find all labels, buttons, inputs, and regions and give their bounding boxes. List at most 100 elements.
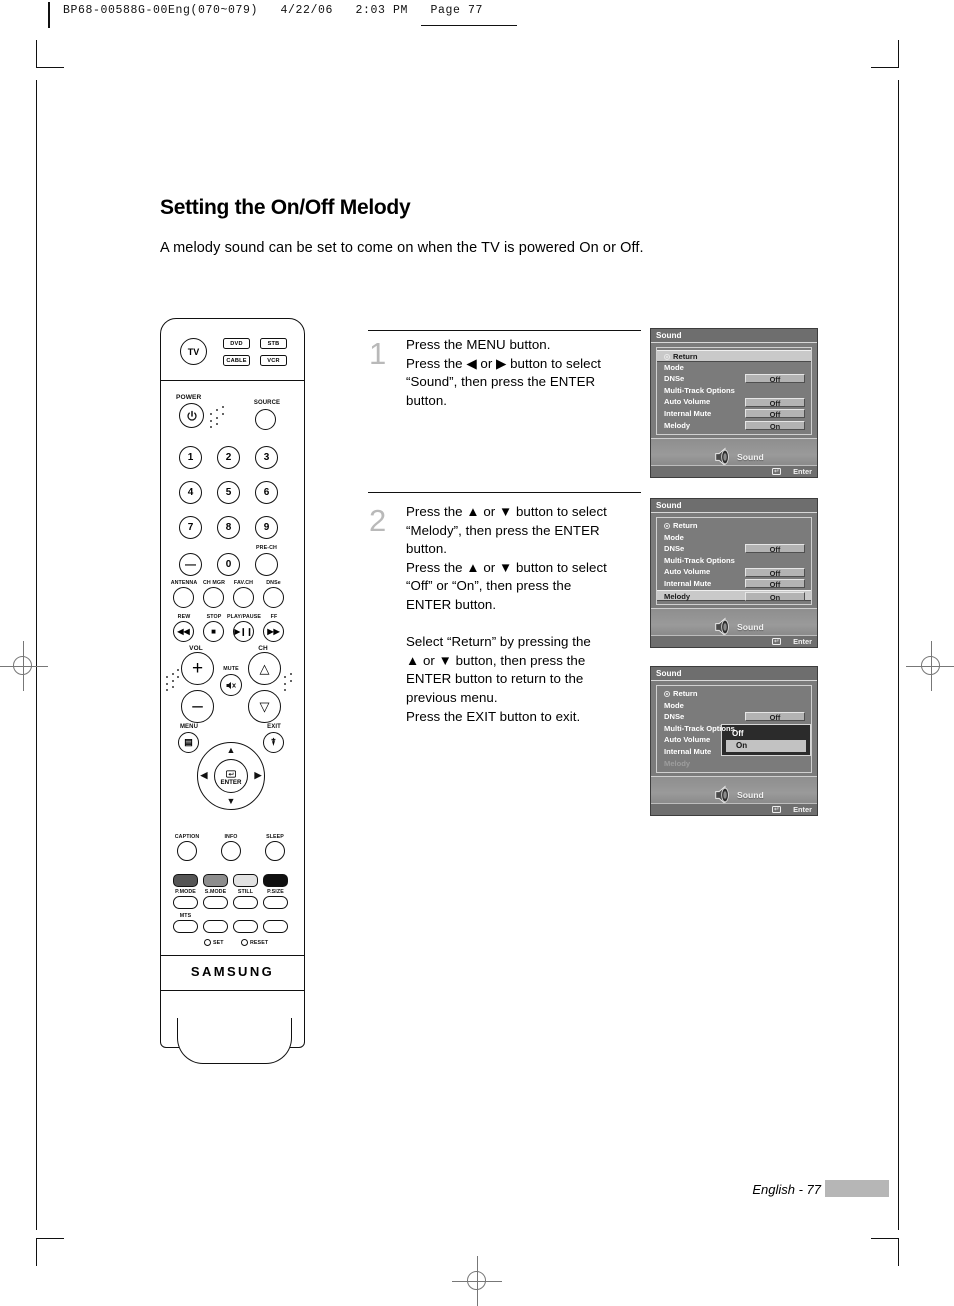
osd-row-return[interactable]: Return: [657, 350, 811, 362]
ff-button[interactable]: ▶▶: [263, 621, 284, 642]
exit-button[interactable]: ⍒: [263, 732, 284, 753]
mute-button[interactable]: [220, 674, 242, 696]
osd-row-multi-track-options[interactable]: Multi-Track Options: [657, 385, 811, 397]
channel-up-button[interactable]: △: [248, 652, 281, 685]
p-mode-label: P.MODE: [175, 889, 196, 895]
osd-row-return[interactable]: Return: [657, 688, 811, 700]
nav-down-icon[interactable]: ▼: [219, 796, 243, 806]
osd-row-melody[interactable]: Melody On: [657, 420, 811, 432]
nav-left-icon[interactable]: ◀: [197, 770, 211, 781]
digit-0-button[interactable]: 0: [217, 553, 240, 576]
menu-button[interactable]: ▤: [178, 732, 199, 753]
stop-button[interactable]: ■: [203, 621, 224, 642]
digit-7-button[interactable]: 7: [179, 516, 202, 539]
fav-ch-button[interactable]: [233, 587, 254, 608]
nav-up-icon[interactable]: ▲: [219, 745, 243, 755]
osd-row-dnse[interactable]: DNSe Off: [657, 711, 811, 723]
ir-dot: [172, 686, 174, 688]
s-mode-button[interactable]: [203, 896, 228, 909]
antenna-button[interactable]: [173, 587, 194, 608]
p-mode-button[interactable]: [173, 896, 198, 909]
ir-dot: [284, 683, 286, 685]
still-color-button[interactable]: [233, 874, 258, 887]
s-mode-color-button[interactable]: [203, 874, 228, 887]
nav-right-icon[interactable]: ▶: [251, 770, 265, 781]
enter-button[interactable]: ENTER: [214, 759, 248, 793]
play-pause-button[interactable]: ▶❙❙: [233, 621, 254, 642]
osd-row-value[interactable]: On: [745, 591, 805, 602]
digit-3-label: 3: [263, 452, 270, 463]
tv-button[interactable]: TV: [180, 338, 207, 365]
vcr-button[interactable]: VCR: [260, 355, 287, 366]
volume-down-button[interactable]: –: [181, 690, 214, 723]
ir-dot: [222, 406, 224, 408]
p-size-color-button[interactable]: [263, 874, 288, 887]
remote-section-divider-logo: [160, 990, 305, 991]
caption-button[interactable]: [177, 841, 197, 861]
digit-3-button[interactable]: 3: [255, 446, 278, 469]
osd-row-internal-mute[interactable]: Internal Mute Off: [657, 408, 811, 420]
osd-row-mode[interactable]: Mode: [657, 532, 811, 544]
pre-ch-button[interactable]: [255, 553, 278, 576]
osd-row-auto-volume[interactable]: Auto Volume Off: [657, 566, 811, 578]
source-label: SOURCE: [253, 400, 281, 406]
digit-5-button[interactable]: 5: [217, 481, 240, 504]
p-size-button[interactable]: [263, 896, 288, 909]
dnse-label: DNSe: [266, 580, 281, 586]
dnse-button[interactable]: [263, 587, 284, 608]
step-separator-top: [368, 330, 641, 331]
crop-mark-bl-v: [36, 1238, 37, 1266]
sleep-button[interactable]: [265, 841, 285, 861]
channel-down-button[interactable]: ▽: [248, 690, 281, 723]
cable-button[interactable]: CABLE: [223, 355, 250, 366]
rew-button[interactable]: ◀◀: [173, 621, 194, 642]
osd-row-auto-volume[interactable]: Auto Volume Off: [657, 396, 811, 408]
dvd-button-label: DVD: [230, 340, 243, 347]
unlabeled-button-2[interactable]: [203, 920, 228, 933]
stb-button[interactable]: STB: [260, 338, 287, 349]
osd-row-dnse[interactable]: DNSe Off: [657, 543, 811, 555]
mts-button[interactable]: [173, 920, 198, 933]
dropdown-option-off[interactable]: Off: [722, 728, 810, 740]
digit-8-label: 8: [225, 522, 232, 533]
enter-key-icon: [772, 805, 781, 814]
unlabeled-button-3[interactable]: [233, 920, 258, 933]
digit-2-label: 2: [225, 452, 232, 463]
osd-row-dnse[interactable]: DNSe Off: [657, 373, 811, 385]
osd-row-value[interactable]: Off: [745, 712, 805, 722]
osd-row-return[interactable]: Return: [657, 520, 811, 532]
osd-row-internal-mute[interactable]: Internal Mute Off: [657, 578, 811, 590]
digit-4-button[interactable]: 4: [179, 481, 202, 504]
osd-row-melody[interactable]: Melody: [657, 758, 811, 770]
osd-row-mode[interactable]: Mode: [657, 362, 811, 374]
osd-row-value[interactable]: Off: [745, 374, 805, 384]
osd-row-melody[interactable]: Melody On: [657, 589, 811, 602]
osd-row-multi-track-options[interactable]: Multi-Track Options: [657, 555, 811, 567]
digit-6-button[interactable]: 6: [255, 481, 278, 504]
source-button[interactable]: [255, 409, 276, 430]
set-button[interactable]: [204, 939, 211, 946]
volume-up-button[interactable]: +: [181, 652, 214, 685]
osd-row-mode[interactable]: Mode: [657, 700, 811, 712]
info-button[interactable]: [221, 841, 241, 861]
osd-row-value[interactable]: Off: [745, 397, 805, 408]
dash-button[interactable]: —: [179, 553, 202, 576]
digit-2-button[interactable]: 2: [217, 446, 240, 469]
p-mode-color-button[interactable]: [173, 874, 198, 887]
osd-row-value[interactable]: On: [745, 420, 805, 431]
digit-8-button[interactable]: 8: [217, 516, 240, 539]
ch-mgr-button[interactable]: [203, 587, 224, 608]
still-button[interactable]: [233, 896, 258, 909]
reset-button[interactable]: [241, 939, 248, 946]
digit-9-button[interactable]: 9: [255, 516, 278, 539]
dvd-button[interactable]: DVD: [223, 338, 250, 349]
osd-row-value[interactable]: Off: [745, 544, 805, 554]
dropdown-option-on[interactable]: On: [726, 740, 806, 752]
digit-1-button[interactable]: 1: [179, 446, 202, 469]
osd-row-value[interactable]: Off: [745, 409, 805, 419]
osd-row-value[interactable]: Off: [745, 567, 805, 578]
osd-row-value[interactable]: Off: [745, 579, 805, 589]
power-button[interactable]: [179, 403, 204, 428]
unlabeled-button-4[interactable]: [263, 920, 288, 933]
osd-footer-name: Sound: [737, 622, 764, 633]
